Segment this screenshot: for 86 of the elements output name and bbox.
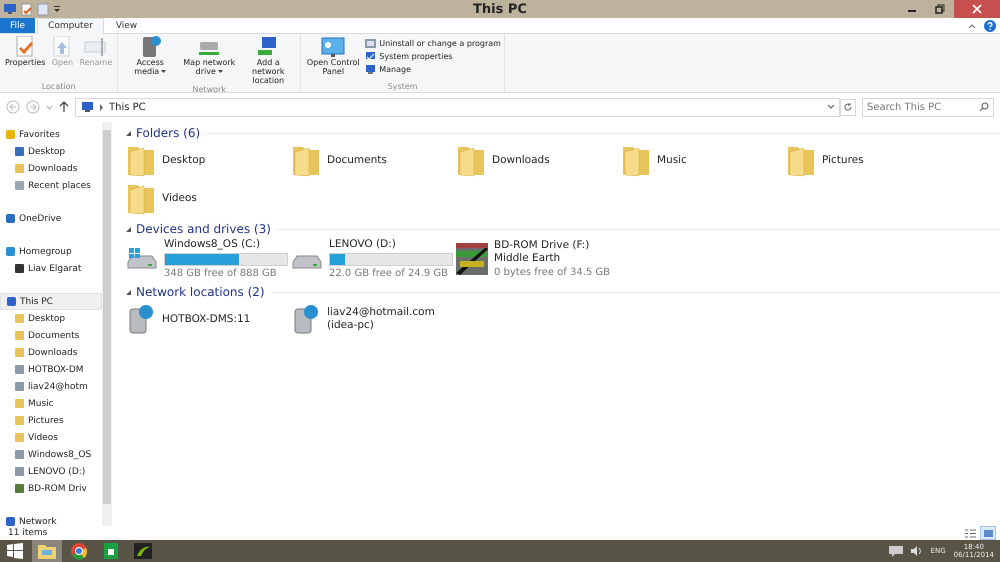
- nav-item[interactable]: Favorites: [0, 126, 102, 143]
- breadcrumb[interactable]: This PC: [109, 102, 146, 112]
- item-count: 11 items: [8, 528, 48, 538]
- nav-item[interactable]: Desktop: [0, 143, 102, 160]
- refresh-button[interactable]: [840, 98, 856, 116]
- close-icon: [972, 4, 982, 14]
- nav-item[interactable]: liav24@hotm: [0, 378, 102, 395]
- details-view-icon: [964, 528, 976, 538]
- chevron-icon[interactable]: [99, 104, 104, 110]
- up-icon[interactable]: [59, 101, 69, 113]
- dropdown-icon[interactable]: [827, 104, 835, 110]
- nav-item[interactable]: Pictures: [0, 412, 102, 429]
- free-space-text: 0 bytes free of 34.5 GB: [494, 267, 612, 278]
- ribbon-button[interactable]: Properties: [3, 36, 48, 82]
- nav-item[interactable]: Liav Elgarat: [0, 260, 102, 277]
- collapse-ribbon-icon[interactable]: [968, 22, 976, 28]
- item-name[interactable]: BD-ROM Drive (F:) Middle Earth: [494, 239, 613, 265]
- scrollbar[interactable]: [102, 122, 112, 526]
- nav-item[interactable]: Videos: [0, 429, 102, 446]
- action-center-icon[interactable]: [888, 546, 903, 556]
- item-name[interactable]: Windows8_OS (C:): [164, 238, 288, 251]
- free-space-text: 22.0 GB free of 24.9 GB: [329, 268, 449, 279]
- item-name[interactable]: Music: [657, 154, 687, 166]
- dropdown-icon[interactable]: [53, 4, 61, 14]
- nav-item[interactable]: Downloads: [0, 344, 102, 361]
- collapse-icon[interactable]: [126, 226, 131, 232]
- nav-item[interactable]: OneDrive: [0, 210, 102, 227]
- help-icon[interactable]: [984, 20, 996, 32]
- caret-icon: [161, 70, 166, 74]
- ribbon-button[interactable]: Map network drive: [180, 36, 238, 85]
- window-title: This PC: [472, 2, 528, 16]
- address-bar[interactable]: This PC: [75, 98, 840, 116]
- section-header[interactable]: Network locations (2): [136, 285, 265, 299]
- search-field[interactable]: Search This PC: [862, 98, 994, 116]
- restore-icon: [935, 4, 945, 14]
- swirl-logo-icon: [133, 542, 153, 560]
- ribbon-group-label: Location: [42, 82, 76, 92]
- free-space-text: 348 GB free of 888 GB: [164, 268, 278, 279]
- windows-logo-icon: [7, 543, 23, 559]
- computer-manage-icon: [365, 64, 376, 75]
- item-name[interactable]: HOTBOX-DMS:11: [162, 312, 250, 326]
- ribbon-tab[interactable]: File: [0, 18, 36, 33]
- refresh-icon: [843, 102, 853, 112]
- item-name[interactable]: liav24@hotmail.com (idea-pc): [327, 306, 448, 332]
- ribbon-tab[interactable]: View: [106, 18, 148, 33]
- ribbon-button[interactable]: Manage: [365, 64, 501, 75]
- item-name[interactable]: Videos: [162, 192, 197, 204]
- nav-item[interactable]: HOTBOX-DM: [0, 361, 102, 378]
- system-properties-icon: [365, 51, 376, 62]
- section-header[interactable]: Folders (6): [136, 126, 200, 140]
- nav-item[interactable]: Music: [0, 395, 102, 412]
- collapse-icon[interactable]: [126, 290, 131, 294]
- properties-icon[interactable]: [21, 2, 33, 16]
- volume-icon[interactable]: [910, 546, 923, 556]
- nav-item[interactable]: Documents: [0, 327, 102, 344]
- nav-item[interactable]: Desktop: [0, 310, 102, 327]
- nav-item[interactable]: LENOVO (D:): [0, 463, 102, 480]
- section-header[interactable]: Devices and drives (3): [136, 222, 271, 236]
- ribbon-button[interactable]: Access media: [121, 36, 180, 85]
- ribbon-button[interactable]: Add a network location: [239, 36, 298, 85]
- round-logo-icon: [69, 542, 89, 560]
- nav-item[interactable]: BD-ROM Driv: [0, 480, 102, 497]
- nav-item[interactable]: Homegroup: [0, 243, 102, 260]
- nav-item[interactable]: This PC: [0, 293, 102, 310]
- programs-icon: [365, 38, 376, 49]
- view-button[interactable]: [980, 526, 996, 540]
- item-name[interactable]: LENOVO (D:): [329, 238, 453, 251]
- item-name[interactable]: Desktop: [162, 154, 206, 166]
- rename-icon: [84, 36, 108, 58]
- caret-icon: [218, 70, 223, 74]
- ribbon-tab[interactable]: Computer: [37, 18, 104, 34]
- ribbon-button[interactable]: System properties: [365, 51, 501, 62]
- item-name[interactable]: Pictures: [822, 154, 864, 166]
- close-button[interactable]: [954, 0, 1000, 18]
- nav-item[interactable]: Windows8_OS: [0, 446, 102, 463]
- item-name[interactable]: Documents: [327, 154, 387, 166]
- large-icons-view-icon: [982, 528, 994, 538]
- search-icon[interactable]: [979, 102, 989, 112]
- ribbon-group-label: Network: [192, 85, 226, 95]
- ribbon-group-label: System: [388, 82, 418, 92]
- ribbon-button[interactable]: Open Control Panel: [304, 36, 362, 82]
- ribbon-button[interactable]: Uninstall or change a program: [365, 38, 501, 49]
- item-name[interactable]: Downloads: [492, 154, 550, 166]
- nav-item[interactable]: Downloads: [0, 160, 102, 177]
- collapse-icon[interactable]: [126, 130, 131, 136]
- nav-item[interactable]: Recent places: [0, 177, 102, 194]
